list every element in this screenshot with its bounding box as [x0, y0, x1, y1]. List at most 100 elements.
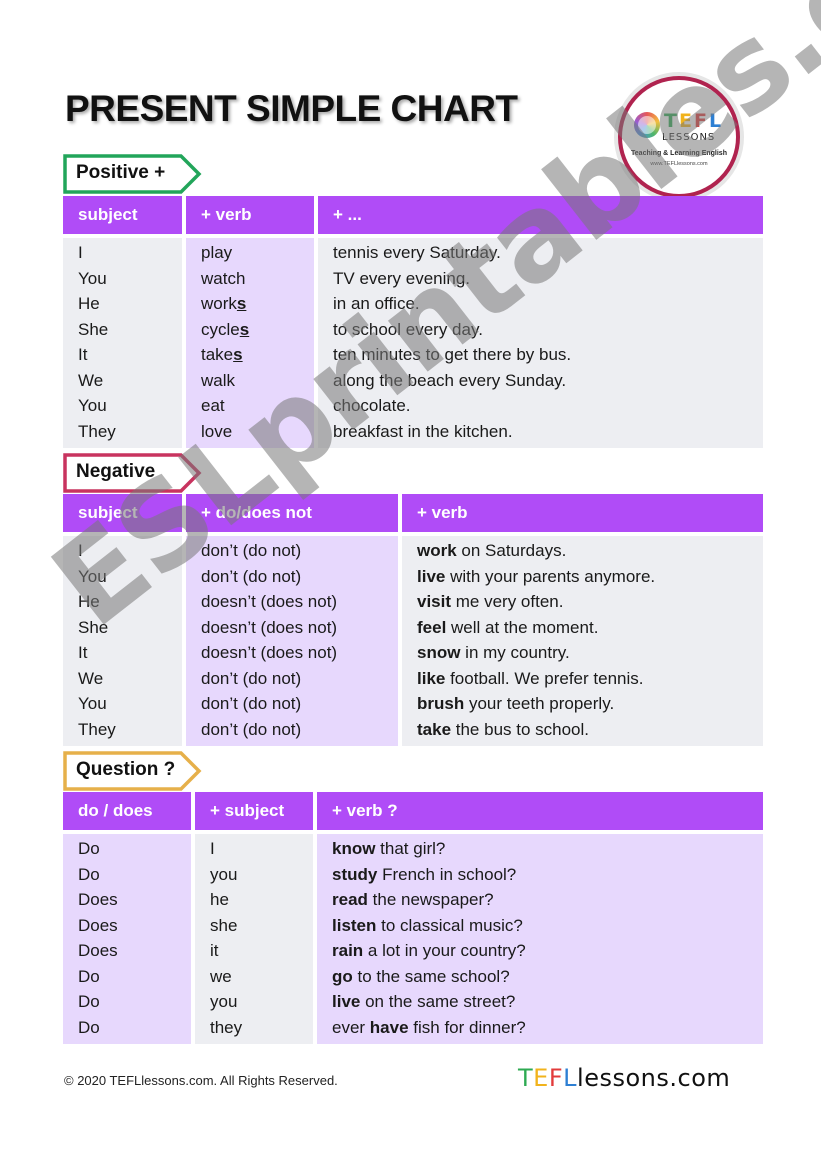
text: I [78, 243, 83, 262]
logo-letter: T [664, 110, 679, 132]
logo-letter: L [708, 110, 724, 132]
verb: listen [332, 915, 377, 935]
text: they [210, 1017, 243, 1037]
text: in my country. [460, 643, 570, 662]
rest-cell: to school every day. [333, 317, 763, 343]
subject-cell: We [78, 666, 182, 692]
verb-cell: cycles [201, 317, 314, 343]
verb-suffix: s [233, 345, 243, 364]
text: She [78, 319, 109, 339]
header-rest: + ... [318, 196, 763, 234]
text: along the beach every Sunday. [333, 370, 567, 390]
text: he [210, 890, 229, 909]
verb: feel [417, 617, 447, 637]
verb-cell: rain a lot in your country? [332, 938, 763, 964]
subject-cell: He [78, 589, 182, 615]
verb-cell: work on Saturdays. [417, 538, 763, 564]
text: TV every evening. [333, 268, 471, 288]
text: that girl? [375, 839, 446, 858]
text: You [78, 694, 107, 713]
verb-cell: live on the same street? [332, 989, 763, 1015]
footer-logo-letter: L [563, 1064, 578, 1092]
text: don’t (do not) [201, 566, 302, 586]
text: He [78, 592, 100, 611]
subject-cell: You [78, 691, 182, 717]
text: doesn’t (does not) [201, 592, 338, 611]
logo-letter: E [678, 110, 694, 132]
verb-suffix: s [236, 294, 247, 313]
table-header: do / does + subject + verb ? [63, 792, 763, 830]
text: football. We prefer tennis. [445, 668, 644, 688]
positive-table: subject + verb + ... I You He She It We You The… [63, 196, 763, 448]
text: tennis every Saturday. [333, 243, 501, 262]
verb: work [201, 294, 237, 313]
verb-cell: feel well at the moment. [417, 615, 763, 641]
verb-cell: like football. We prefer tennis. [417, 666, 763, 692]
verb-cell: eat [201, 393, 314, 419]
text: I [210, 839, 215, 858]
verb-cell: watch [201, 266, 314, 292]
verb: eat [201, 396, 225, 415]
text: You [78, 396, 107, 415]
text: chocolate. [333, 396, 411, 415]
text: doesn’t (does not) [201, 617, 338, 637]
text: to the same school? [352, 966, 510, 986]
subject-cell: It [78, 342, 182, 368]
verb: like [417, 668, 446, 688]
logo-lessons-text: LESSONS [662, 132, 716, 143]
text: the newspaper? [367, 890, 494, 909]
header-aux: do / does [63, 792, 191, 830]
text: we [210, 966, 232, 986]
text: We [78, 370, 104, 390]
text: she [210, 915, 238, 935]
text: to school every day. [333, 319, 483, 339]
rest-cell: chocolate. [333, 393, 763, 419]
verb-cell: visit me very often. [417, 589, 763, 615]
verb: love [201, 421, 233, 441]
subject-cell: You [78, 266, 182, 292]
header-verb: + verb ? [317, 792, 763, 830]
negative-tag-label: Negative [76, 461, 156, 482]
text: on the same street? [360, 992, 516, 1011]
header-subject: subject [63, 196, 182, 234]
table-body: I You He She It We You They don’t (do not) don’t… [63, 536, 763, 746]
negative-table: subject + do/does not + verb I You He She It… [63, 494, 763, 746]
aux-cell: don’t (do not) [201, 564, 398, 590]
table-header: subject + verb + ... [63, 196, 763, 234]
text: the bus to school. [451, 719, 590, 739]
text: in an office. [333, 294, 420, 313]
verb-cell: listen to classical music? [332, 913, 763, 939]
subject-cell: I [78, 538, 182, 564]
page-title: PRESENT SIMPLE CHART [65, 88, 518, 129]
subject-cell: You [78, 393, 182, 419]
text: it [210, 941, 219, 960]
verb: live [417, 566, 446, 586]
rest-cell: along the beach every Sunday. [333, 368, 763, 394]
question-tag-label: Question ? [76, 759, 176, 780]
text: Do [78, 966, 100, 986]
footer-logo: TEFLlessons.com [518, 1064, 730, 1092]
aux-cell: Do [78, 862, 191, 888]
subject-cell: we [210, 964, 313, 990]
text: you [210, 992, 238, 1011]
verb: take [201, 345, 234, 364]
rest-cell: tennis every Saturday. [333, 240, 763, 266]
subject-cell: you [210, 862, 313, 888]
subject-column: I You He She It We You They [63, 238, 182, 448]
text: doesn’t (does not) [201, 643, 338, 662]
text: He [78, 294, 100, 313]
aux-cell: don’t (do not) [201, 538, 398, 564]
verb-cell: walk [201, 368, 314, 394]
text: fish for dinner? [408, 1017, 526, 1037]
subject-column: Iyou he she it we you they [195, 834, 313, 1044]
verb: rain [332, 941, 364, 960]
verb-suffix: s [239, 319, 250, 339]
text: ever [332, 1017, 370, 1037]
logo-url: www.TEFLlessons.com [650, 161, 708, 167]
subject-cell: I [78, 240, 182, 266]
aux-cell: don’t (do not) [201, 691, 398, 717]
subject-cell: he [210, 887, 313, 913]
subject-cell: you [210, 989, 313, 1015]
text: Do [78, 839, 100, 858]
verb-cell: know that girl? [332, 836, 763, 862]
